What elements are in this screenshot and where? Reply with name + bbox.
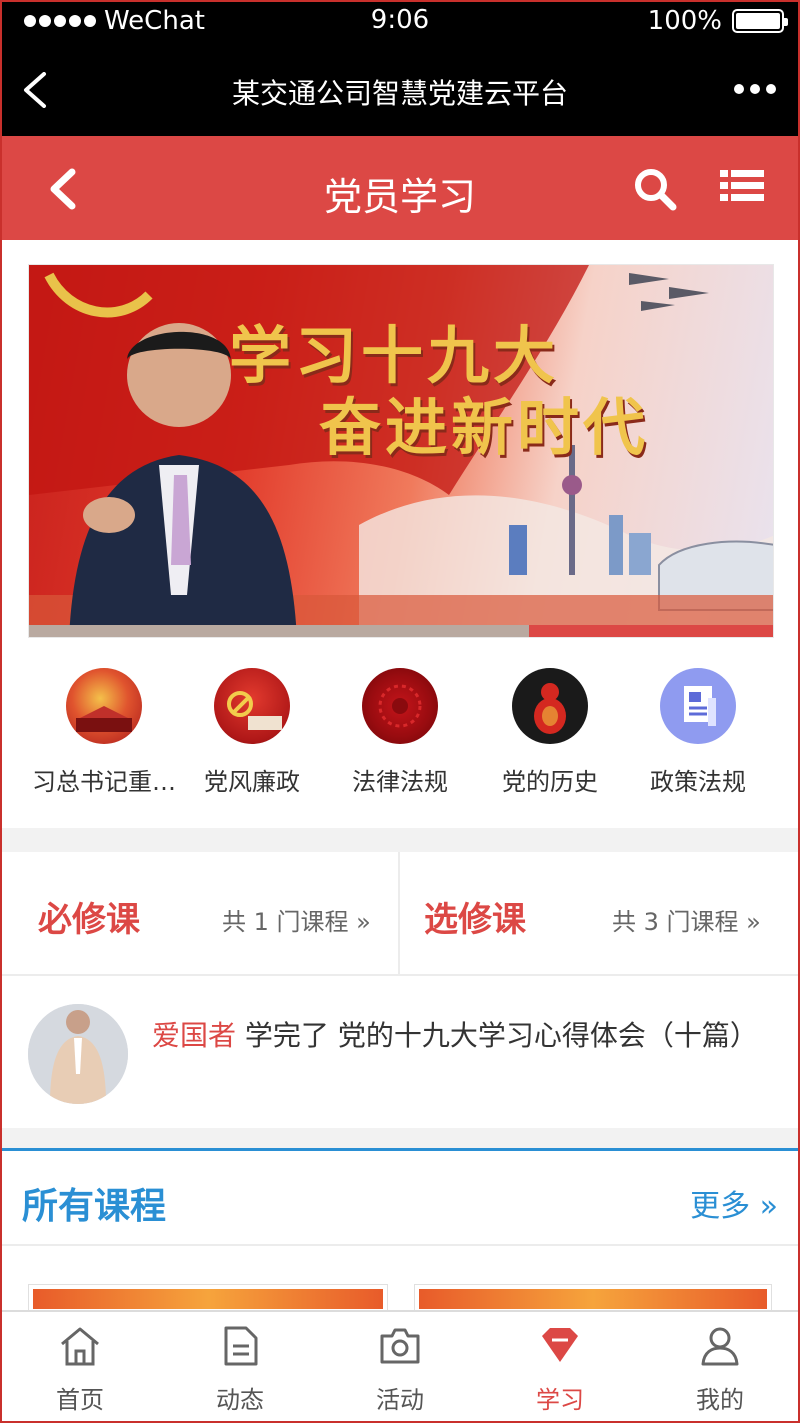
category-label: 党的历史 <box>502 768 598 796</box>
status-bar: WeChat 9:06 100% <box>0 0 800 44</box>
list-menu-icon[interactable] <box>720 168 764 204</box>
category-label: 法律法规 <box>352 768 448 796</box>
tab-activities[interactable]: 活动 <box>320 1312 480 1423</box>
category-label: 党风廉政 <box>204 768 300 796</box>
elective-course-count: 共 3 门课程 » <box>612 908 761 936</box>
banner-indicator <box>29 625 773 637</box>
bottom-tab-bar: 首页 动态 活动 学习 我的 <box>0 1310 800 1423</box>
activity-user[interactable]: 爱国者 <box>152 1019 236 1052</box>
elective-course-title: 选修课 <box>424 900 526 940</box>
category-item[interactable]: 政策法规 <box>618 668 778 797</box>
activity-feed-item[interactable]: 爱国者 学完了 党的十九大学习心得体会（十篇） <box>0 976 800 1128</box>
document-icon <box>660 668 736 744</box>
search-icon[interactable] <box>632 166 678 212</box>
page-header: 党员学习 <box>0 136 800 240</box>
status-battery: 100% <box>647 6 788 36</box>
banner-carousel[interactable]: 学习十九大 奋进新时代 <box>28 264 774 638</box>
elective-course-card[interactable]: 选修课 共 3 门课程 » <box>400 852 800 976</box>
activity-description: 学完了 党的十九大学习心得体会（十篇） <box>236 1019 758 1052</box>
category-label: 习总书记重… <box>32 768 176 796</box>
all-courses-header: 所有课程 更多 » <box>0 1148 800 1246</box>
wechat-nav-bar: 某交通公司智慧党建云平台 <box>0 44 800 136</box>
camera-icon <box>380 1328 420 1364</box>
more-icon[interactable] <box>734 84 776 94</box>
required-course-card[interactable]: 必修课 共 1 门课程 » <box>0 852 398 976</box>
all-courses-title: 所有课程 <box>22 1186 167 1227</box>
page-title: 党员学习 <box>323 175 476 219</box>
tab-label: 首页 <box>56 1386 104 1414</box>
tab-study[interactable]: 学习 <box>480 1312 640 1423</box>
more-link[interactable]: 更多 » <box>690 1181 778 1225</box>
red-vase-icon <box>512 668 588 744</box>
category-grid: 习总书记重… 党风廉政 法律法规 党的历史 政策法规 <box>0 668 800 818</box>
user-icon <box>701 1327 739 1366</box>
category-label: 政策法规 <box>650 768 746 796</box>
tab-label: 动态 <box>216 1386 264 1414</box>
banner-subheadline: 奋进新时代 <box>319 391 650 464</box>
tab-label: 学习 <box>536 1386 584 1414</box>
tiananmen-icon <box>66 668 142 744</box>
tab-label: 我的 <box>696 1386 744 1414</box>
category-item[interactable]: 习总书记重… <box>24 668 184 797</box>
category-item[interactable]: 党风廉政 <box>172 668 332 797</box>
category-item[interactable]: 法律法规 <box>320 668 480 797</box>
activity-text: 爱国者 学完了 党的十九大学习心得体会（十篇） <box>152 1010 772 1062</box>
tab-profile[interactable]: 我的 <box>640 1312 800 1423</box>
battery-icon <box>732 9 788 33</box>
document-icon <box>224 1326 258 1366</box>
section-divider <box>0 828 800 852</box>
home-icon <box>61 1327 99 1366</box>
tab-label: 活动 <box>376 1386 424 1414</box>
study-gem-icon <box>542 1328 578 1362</box>
avatar <box>28 1004 128 1104</box>
battery-label: 100% <box>647 6 722 36</box>
required-course-title: 必修课 <box>38 900 140 940</box>
party-emblem-icon <box>214 668 290 744</box>
tab-home[interactable]: 首页 <box>0 1312 160 1423</box>
mini-program-title: 某交通公司智慧党建云平台 <box>231 77 568 110</box>
tab-feed[interactable]: 动态 <box>160 1312 320 1423</box>
required-course-count: 共 1 门课程 » <box>222 908 371 936</box>
section-divider <box>0 1128 800 1148</box>
course-summary: 必修课 共 1 门课程 » 选修课 共 3 门课程 » <box>0 852 800 976</box>
category-item[interactable]: 党的历史 <box>470 668 630 797</box>
red-pattern-icon <box>362 668 438 744</box>
